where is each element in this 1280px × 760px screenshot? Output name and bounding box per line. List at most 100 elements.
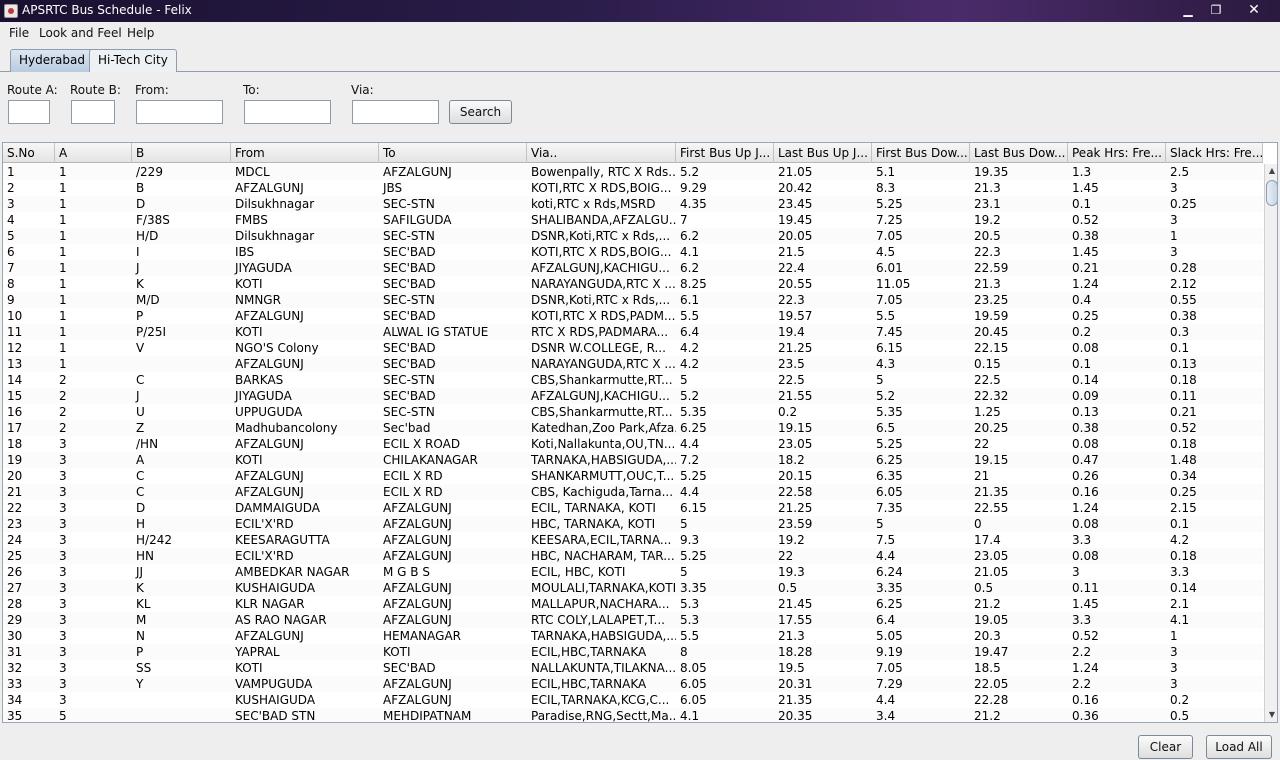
table-row[interactable]: 28 3 KL KLR NAGAR AFZALGUNJ MALLAPUR,NACHARA.… (3, 596, 1263, 612)
table-row[interactable]: 31 3 P YAPRAL KOTI ECIL,HBC,TARNAKA 8 18.28 9.19… (3, 644, 1263, 660)
scroll-up-icon[interactable]: ▲ (1265, 164, 1277, 178)
column-header-sno[interactable]: S.No (3, 143, 55, 163)
cell-last-bus-up: 19.4 (778, 325, 805, 339)
table-row[interactable]: 30 3 N AFZALGUNJ HEMANAGAR TARNAKA,HABSIGUDA,… (3, 628, 1263, 644)
table-row[interactable]: 26 3 JJ AMBEDKAR NAGAR M G B S ECIL, HBC, KOT… (3, 564, 1263, 580)
table-row[interactable]: 6 1 I IBS SEC'BAD KOTI,RTC X RDS,BOIG... 4.1 21… (3, 244, 1263, 260)
scroll-thumb[interactable] (1266, 180, 1277, 206)
column-header-slack-hrs[interactable]: Slack Hrs: Fre... (1166, 143, 1263, 163)
table-row[interactable]: 12 1 V NGO'S Colony SEC'BAD DSNR W.COLLEGE, R… (3, 340, 1263, 356)
cell-sno: 10 (7, 309, 23, 323)
table-row[interactable]: 27 3 K KUSHAIGUDA AFZALGUNJ MOULALI,TARNAKA,K… (3, 580, 1263, 596)
table-row[interactable]: 29 3 M AS RAO NAGAR AFZALGUNJ RTC COLY,LALAPE… (3, 612, 1263, 628)
column-header-last-bus-down[interactable]: Last Bus Dow... (970, 143, 1068, 163)
from-input[interactable] (136, 100, 223, 124)
cell-route-b: Z (136, 421, 145, 435)
cell-peak-hrs: 0.52 (1072, 629, 1099, 643)
column-header-from[interactable]: From (231, 143, 379, 163)
table-row[interactable]: 18 3/HN AFZALGUNJ ECIL X ROAD Koti,Nallakunt… (3, 436, 1263, 452)
cell-last-bus-down: 22.05 (974, 677, 1009, 691)
table-row[interactable]: 3 1 D Dilsukhnagar SEC-STN koti,RTC x Rds,MSR… (3, 196, 1263, 212)
tab-hi-tech-city[interactable]: Hi-Tech City (89, 49, 177, 72)
cell-peak-hrs: 0.26 (1072, 469, 1099, 483)
table-row[interactable]: 15 2 J JIYAGUDA SEC'BAD AFZALGUNJ,KACHIGU... 5… (3, 388, 1263, 404)
load-all-button[interactable]: Load All (1206, 735, 1272, 759)
column-header-to[interactable]: To (379, 143, 527, 163)
table-row[interactable]: 16 2 U UPPUGUDA SEC-STN CBS,Shankarmutte,RT..… (3, 404, 1263, 420)
cell-first-bus-up: 4.2 (680, 357, 700, 371)
menu-look-and-feel[interactable]: Look and Feel (39, 26, 122, 40)
column-header-via[interactable]: Via.. (527, 143, 676, 163)
cell-sno: 13 (7, 357, 23, 371)
column-header-first-bus-down[interactable]: First Bus Dow... (872, 143, 970, 163)
cell-to: CHILAKANAGAR (383, 453, 478, 467)
table-row[interactable]: 32 3 SS KOTI SEC'BAD NALLAKUNTA,TILAKNA... 8.0… (3, 660, 1263, 676)
route-b-input[interactable] (71, 100, 115, 124)
column-header-first-bus-up[interactable]: First Bus Up J... (676, 143, 774, 163)
clear-button[interactable]: Clear (1138, 735, 1193, 759)
table-row[interactable]: 10 1 P AFZALGUNJ SEC'BAD KOTI,RTC X RDS,PADM.… (3, 308, 1263, 324)
cell-from: KUSHAIGUDA (235, 581, 316, 595)
table-row[interactable]: 34 3 KUSHAIGUDA AFZALGUNJ ECIL,TARNAKA,KCG,C… (3, 692, 1263, 708)
cell-sno: 21 (7, 485, 23, 499)
window-title-bar[interactable]: APSRTC Bus Schedule - Felix ▁ ❐ ✕ (0, 0, 1280, 22)
cell-last-bus-down: 0 (974, 517, 982, 531)
table-row[interactable]: 22 3 D DAMMAIGUDA AFZALGUNJ ECIL, TARNAKA, KO… (3, 500, 1263, 516)
menu-help[interactable]: Help (127, 26, 154, 40)
table-row[interactable]: 14 2 C BARKAS SEC-STN CBS,Shankarmutte,RT... 5… (3, 372, 1263, 388)
tab-hyderabad[interactable]: Hyderabad (10, 49, 94, 72)
cell-first-bus-up: 6.2 (680, 261, 700, 275)
table-row[interactable]: 21 3 C AFZALGUNJ ECIL X RD CBS, Kachiguda,Tar… (3, 484, 1263, 500)
via-input[interactable] (352, 100, 439, 124)
cell-slack-hrs: 2.1 (1170, 597, 1190, 611)
cell-first-bus-down: 6.25 (876, 453, 903, 467)
table-row[interactable]: 20 3 C AFZALGUNJ ECIL X RD SHANKARMUTT,OUC,T.… (3, 468, 1263, 484)
cell-first-bus-down: 4.3 (876, 357, 896, 371)
cell-first-bus-down: 4.4 (876, 693, 896, 707)
route-a-input[interactable] (8, 100, 50, 124)
table-row[interactable]: 2 1 B AFZALGUNJ JBS KOTI,RTC X RDS,BOIG... 9.2… (3, 180, 1263, 196)
cell-route-a: 1 (59, 181, 67, 195)
to-input[interactable] (244, 100, 331, 124)
table-row[interactable]: 7 1 J JIYAGUDA SEC'BAD AFZALGUNJ,KACHIGU... 6.… (3, 260, 1263, 276)
table-row[interactable]: 11 1 P/25I KOTI ALWAL IG STATUE RTC X RDS,PAD… (3, 324, 1263, 340)
table-row[interactable]: 35 5 SEC'BAD STN MEHDIPATNAM Paradise,RNG,Se… (3, 708, 1263, 722)
cell-slack-hrs: 2.12 (1170, 277, 1197, 291)
close-icon[interactable]: ✕ (1232, 1, 1276, 19)
cell-first-bus-up: 5 (680, 373, 688, 387)
table-row[interactable]: 1 1/229 MDCL AFZALGUNJ Bowenpally, RTC X Rds… (3, 164, 1263, 180)
column-header-route-b[interactable]: B (132, 143, 231, 163)
cell-last-bus-up: 17.55 (778, 613, 813, 627)
cell-last-bus-down: 22.55 (974, 501, 1009, 515)
cell-via: NARAYANGUDA,RTC X ... (531, 357, 676, 371)
cell-to: AFZALGUNJ (383, 693, 452, 707)
table-row[interactable]: 33 3 Y VAMPUGUDA AFZALGUNJ ECIL,HBC,TARNAKA 6.… (3, 676, 1263, 692)
cell-first-bus-down: 6.25 (876, 597, 903, 611)
table-row[interactable]: 24 3 H/242 KEESARAGUTTA AFZALGUNJ KEESARA,ECI… (3, 532, 1263, 548)
scroll-down-icon[interactable]: ▼ (1265, 708, 1277, 722)
table-row[interactable]: 13 1 AFZALGUNJ SEC'BAD NARAYANGUDA,RTC X ...… (3, 356, 1263, 372)
maximize-icon[interactable]: ❐ (1203, 1, 1229, 19)
column-header-last-bus-up[interactable]: Last Bus Up J... (774, 143, 872, 163)
table-row[interactable]: 23 3 H ECIL'X'RD AFZALGUNJ HBC, TARNAKA, KOTI… (3, 516, 1263, 532)
column-header-route-a[interactable]: A (55, 143, 132, 163)
cell-peak-hrs: 1.24 (1072, 277, 1099, 291)
search-button[interactable]: Search (449, 100, 512, 124)
cell-via: SHANKARMUTT,OUC,T... (531, 469, 675, 483)
vertical-scrollbar[interactable]: ▲ ▼ (1264, 164, 1277, 722)
window-title: APSRTC Bus Schedule - Felix (22, 3, 192, 17)
table-row[interactable]: 8 1 K KOTI SEC'BAD NARAYANGUDA,RTC X ... 8.25 2… (3, 276, 1263, 292)
column-header-peak-hrs[interactable]: Peak Hrs: Fre... (1068, 143, 1166, 163)
table-body[interactable]: 1 1/229 MDCL AFZALGUNJ Bowenpally, RTC X Rds… (3, 164, 1263, 722)
table-row[interactable]: 25 3 HN ECIL'X'RD AFZALGUNJ HBC, NACHARAM, TA… (3, 548, 1263, 564)
table-row[interactable]: 17 2 Z Madhubancolony Sec'bad Katedhan,Zoo Pa… (3, 420, 1263, 436)
cell-from: JIYAGUDA (235, 261, 292, 275)
table-row[interactable]: 9 1 M/D NMNGR SEC-STN DSNR,Koti,RTC x Rds,...… (3, 292, 1263, 308)
minimize-icon[interactable]: ▁ (1175, 1, 1201, 19)
table-row[interactable]: 5 1 H/D Dilsukhnagar SEC-STN DSNR,Koti,RTC x … (3, 228, 1263, 244)
cell-peak-hrs: 2.2 (1072, 677, 1092, 691)
menu-file[interactable]: File (9, 26, 29, 40)
table-row[interactable]: 19 3 A KOTI CHILAKANAGAR TARNAKA,HABSIGUDA,..… (3, 452, 1263, 468)
cell-last-bus-down: 23.1 (974, 197, 1001, 211)
table-row[interactable]: 4 1 F/38S FMBS SAFILGUDA SHALIBANDA,AFZALGU..… (3, 212, 1263, 228)
